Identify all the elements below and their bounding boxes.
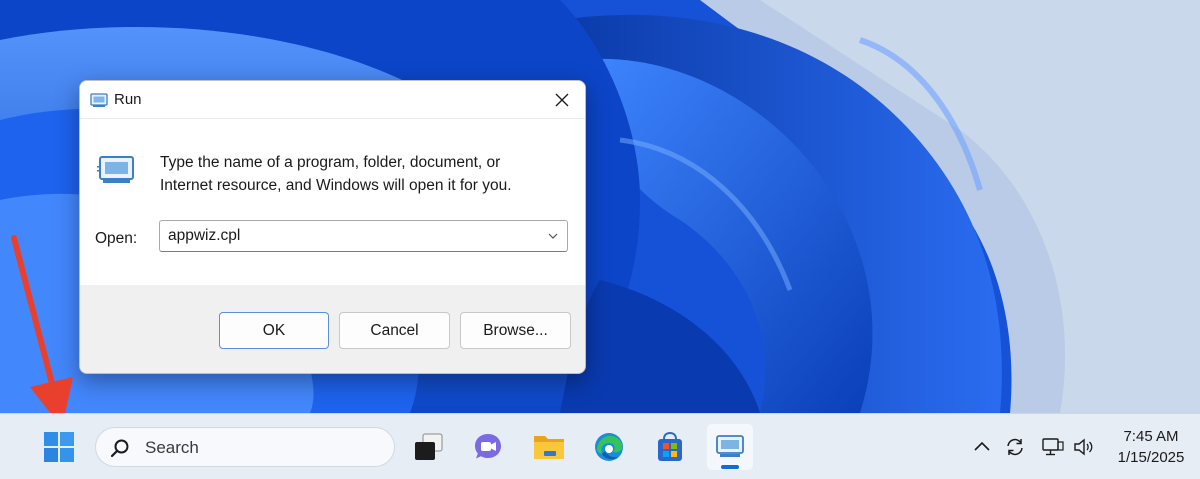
clock-time: 7:45 AM <box>1123 428 1179 445</box>
close-button[interactable] <box>539 81 585 119</box>
folder-icon <box>534 436 564 459</box>
task-view-button[interactable] <box>405 424 451 470</box>
edge-button[interactable] <box>586 424 632 470</box>
run-program-icon <box>97 156 134 183</box>
close-icon <box>555 93 569 107</box>
cancel-button[interactable]: Cancel <box>339 312 450 349</box>
active-indicator <box>721 465 739 469</box>
clock[interactable]: 7:45 AM 1/15/2025 <box>1106 426 1196 468</box>
run-dialog: Run Type the name of a program, folder, … <box>79 80 586 374</box>
sync-status-button[interactable] <box>1003 435 1027 459</box>
dialog-footer: OK Cancel Browse... <box>80 285 585 373</box>
prompt-line-2: Internet resource, and Windows will open… <box>160 177 512 194</box>
windows-logo-icon <box>44 432 74 462</box>
browse-button[interactable]: Browse... <box>460 312 571 349</box>
search-icon <box>110 439 129 458</box>
network-button[interactable] <box>1041 435 1065 459</box>
teams-chat-button[interactable] <box>465 424 511 470</box>
taskbar: Search 7:45 AM 1/15/2025 <box>0 413 1200 479</box>
ok-button[interactable]: OK <box>219 312 329 349</box>
sync-icon <box>1007 438 1023 456</box>
chevron-up-icon <box>974 441 990 451</box>
open-label: Open: <box>95 230 138 247</box>
show-hidden-icons-button[interactable] <box>970 435 994 459</box>
open-combobox[interactable] <box>159 220 568 252</box>
speaker-icon <box>1074 438 1093 456</box>
open-input[interactable] <box>160 221 540 251</box>
volume-button[interactable] <box>1072 435 1096 459</box>
chevron-down-icon[interactable] <box>547 230 559 242</box>
start-button[interactable] <box>36 426 82 468</box>
run-icon <box>716 435 744 457</box>
chat-icon <box>475 434 501 459</box>
store-icon <box>658 431 682 461</box>
edge-icon <box>595 433 623 461</box>
file-explorer-button[interactable] <box>526 424 572 470</box>
network-icon <box>1042 438 1064 456</box>
title-bar[interactable]: Run <box>80 81 585 119</box>
run-prompt-text: Type the name of a program, folder, docu… <box>160 151 560 197</box>
search-box[interactable]: Search <box>95 427 395 467</box>
dialog-title: Run <box>114 91 142 108</box>
run-taskbar-button[interactable] <box>707 424 753 470</box>
microsoft-store-button[interactable] <box>647 424 693 470</box>
search-label: Search <box>145 438 199 457</box>
clock-date: 1/15/2025 <box>1117 449 1185 466</box>
task-view-icon <box>415 433 443 460</box>
prompt-line-1: Type the name of a program, folder, docu… <box>160 154 501 171</box>
run-icon <box>90 93 108 107</box>
